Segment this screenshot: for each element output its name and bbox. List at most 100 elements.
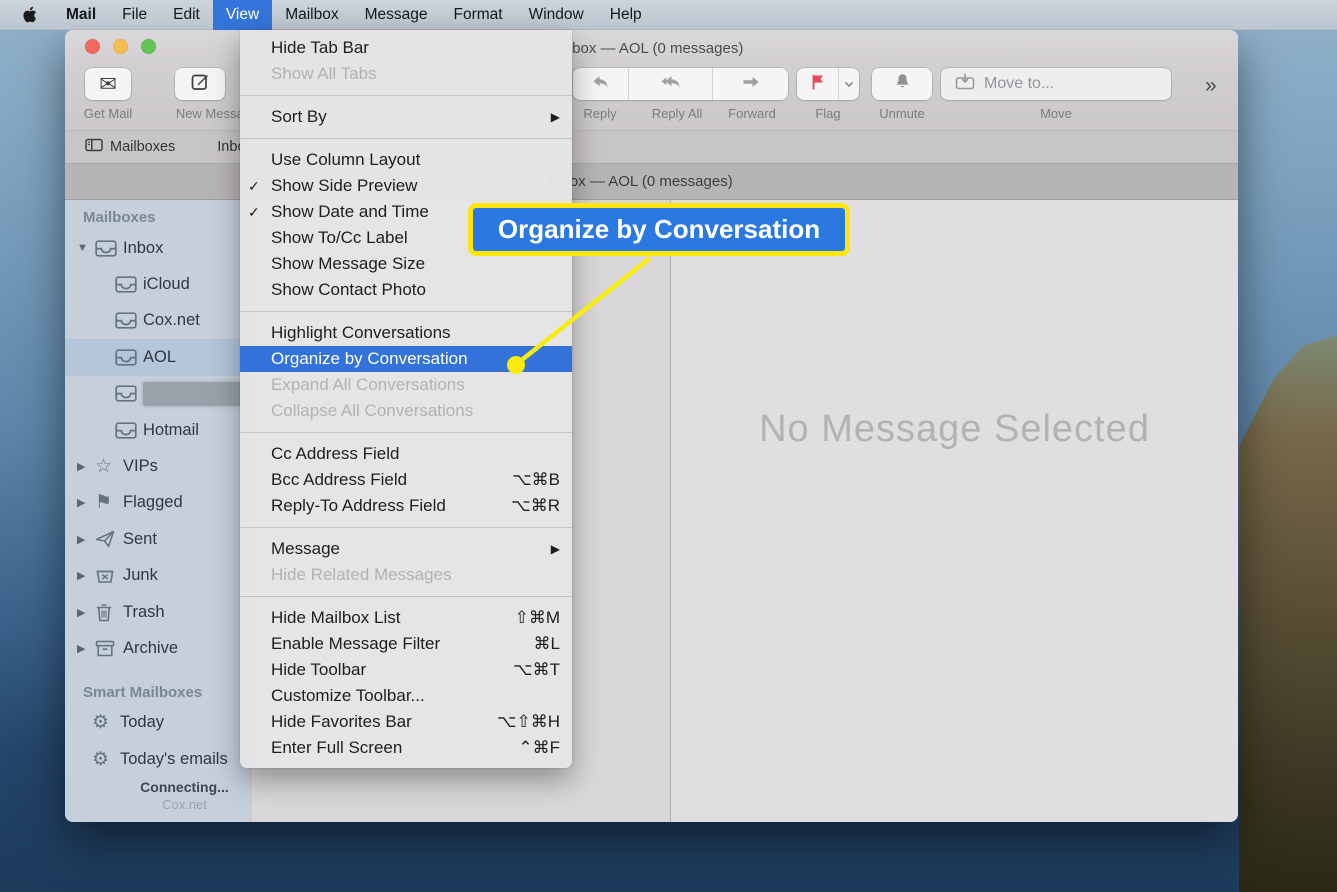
menu-shortcut: ⌥⇧⌘H bbox=[497, 712, 560, 732]
reply-label: Reply bbox=[570, 106, 630, 121]
menu-item-label: Hide Toolbar bbox=[271, 660, 513, 680]
menubar-item-mail[interactable]: Mail bbox=[53, 0, 109, 30]
menu-item-label: Sort By bbox=[271, 107, 551, 127]
menu-separator bbox=[240, 596, 572, 597]
menu-item-label: Message bbox=[271, 539, 551, 559]
sidebar-item-today-s-emails[interactable]: ⚙Today's emails bbox=[65, 741, 252, 777]
menu-item-hide-favorites-bar[interactable]: Hide Favorites Bar⌥⇧⌘H bbox=[240, 709, 572, 735]
reply-all-button[interactable] bbox=[628, 68, 712, 100]
menu-item-use-column-layout[interactable]: Use Column Layout bbox=[240, 147, 572, 173]
menu-bar: MailFileEditViewMailboxMessageFormatWind… bbox=[0, 0, 1337, 30]
gear-icon: ⚙ bbox=[92, 713, 120, 732]
menu-item-customize-toolbar[interactable]: Customize Toolbar... bbox=[240, 683, 572, 709]
mailbox-sidebar: Mailboxes ▼InboxiCloudCox.netAOLHotmail▶… bbox=[65, 200, 252, 822]
menu-item-label: Hide Related Messages bbox=[271, 565, 560, 585]
favorites-mailboxes-label: Mailboxes bbox=[110, 139, 175, 155]
menu-item-label: Show Contact Photo bbox=[271, 280, 560, 300]
menu-separator bbox=[240, 432, 572, 433]
sidebar-item-cox-net[interactable]: Cox.net bbox=[65, 303, 252, 339]
sidebar-item-label: Cox.net bbox=[143, 311, 200, 330]
gear-icon: ⚙ bbox=[92, 750, 120, 769]
sidebar-item-label: Inbox bbox=[123, 239, 163, 258]
menu-item-hide-mailbox-list[interactable]: Hide Mailbox List⇧⌘M bbox=[240, 605, 572, 631]
menu-item-message[interactable]: Message▶ bbox=[240, 536, 572, 562]
sidebar-item-label: Today's emails bbox=[120, 750, 228, 769]
reply-button[interactable] bbox=[573, 68, 628, 100]
mailboxes-sidebar-icon bbox=[85, 138, 103, 156]
get-mail-button[interactable]: ✉ bbox=[85, 68, 131, 100]
menu-item-enter-full-screen[interactable]: Enter Full Screen⌃⌘F bbox=[240, 735, 572, 761]
sidebar-item-today[interactable]: ⚙Today bbox=[65, 705, 252, 741]
menubar-item-mailbox[interactable]: Mailbox bbox=[272, 0, 351, 30]
sidebar-item-vips[interactable]: ▶☆VIPs bbox=[65, 448, 252, 484]
sidebar-item-junk[interactable]: ▶ Junk bbox=[65, 558, 252, 594]
menu-shortcut: ⌥⌘T bbox=[513, 660, 560, 680]
menu-item-bcc-address-field[interactable]: Bcc Address Field⌥⌘B bbox=[240, 467, 572, 493]
menu-item-hide-related-messages: Hide Related Messages bbox=[240, 562, 572, 588]
envelope-icon: ✉ bbox=[99, 74, 117, 95]
disclosure-closed-icon[interactable]: ▶ bbox=[77, 642, 95, 655]
menu-item-enable-message-filter[interactable]: Enable Message Filter⌘L bbox=[240, 631, 572, 657]
menu-item-reply-to-address-field[interactable]: Reply-To Address Field⌥⌘R bbox=[240, 493, 572, 519]
flag-button[interactable] bbox=[797, 68, 859, 100]
tray-icon bbox=[115, 349, 143, 366]
disclosure-closed-icon[interactable]: ▶ bbox=[77, 569, 95, 582]
sidebar-item-trash[interactable]: ▶Trash bbox=[65, 594, 252, 630]
no-message-selected-text: No Message Selected bbox=[671, 408, 1238, 451]
status-line2: Cox.net bbox=[117, 797, 252, 812]
toolbar-overflow-button[interactable]: » bbox=[1205, 74, 1217, 98]
forward-button[interactable] bbox=[712, 68, 788, 100]
disclosure-closed-icon[interactable]: ▶ bbox=[77, 496, 95, 509]
disclosure-closed-icon[interactable]: ▶ bbox=[77, 606, 95, 619]
sidebar-item-hotmail[interactable]: Hotmail bbox=[65, 412, 252, 448]
menu-item-highlight-conversations[interactable]: Highlight Conversations bbox=[240, 320, 572, 346]
menu-item-label: Bcc Address Field bbox=[271, 470, 512, 490]
sidebar-item-flagged[interactable]: ▶⚑Flagged bbox=[65, 485, 252, 521]
menubar-item-window[interactable]: Window bbox=[516, 0, 597, 30]
menu-item-show-contact-photo[interactable]: Show Contact Photo bbox=[240, 277, 572, 303]
menu-shortcut: ⌥⌘B bbox=[512, 470, 560, 490]
sidebar-item-inbox[interactable]: ▼ Inbox bbox=[65, 230, 252, 266]
sidebar-item-sent[interactable]: ▶Sent bbox=[65, 521, 252, 557]
menu-item-label: Show All Tabs bbox=[271, 64, 560, 84]
menu-separator bbox=[240, 311, 572, 312]
sidebar-item-label: Archive bbox=[123, 639, 178, 658]
disclosure-open-icon[interactable]: ▼ bbox=[77, 242, 95, 254]
flag-icon bbox=[811, 74, 825, 95]
menu-item-show-side-preview[interactable]: ✓Show Side Preview bbox=[240, 173, 572, 199]
menubar-item-edit[interactable]: Edit bbox=[160, 0, 213, 30]
menubar-item-help[interactable]: Help bbox=[597, 0, 655, 30]
sidebar-item-label: Flagged bbox=[123, 493, 183, 512]
menubar-item-message[interactable]: Message bbox=[352, 0, 441, 30]
sidebar-item-archive[interactable]: ▶ Archive bbox=[65, 630, 252, 666]
submenu-arrow-icon: ▶ bbox=[551, 110, 560, 124]
tray-icon bbox=[115, 422, 143, 439]
unmute-button[interactable] bbox=[872, 68, 932, 100]
menu-item-hide-toolbar[interactable]: Hide Toolbar⌥⌘T bbox=[240, 657, 572, 683]
apple-icon bbox=[22, 6, 37, 24]
menu-item-hide-tab-bar[interactable]: Hide Tab Bar bbox=[240, 35, 572, 61]
get-mail-label: Get Mail bbox=[65, 106, 155, 121]
flag-menu-button[interactable] bbox=[838, 68, 859, 100]
apple-menu[interactable] bbox=[18, 0, 43, 30]
menu-item-organize-by-conversation[interactable]: Organize by Conversation bbox=[240, 346, 572, 372]
menu-item-expand-all-conversations: Expand All Conversations bbox=[240, 372, 572, 398]
favorites-mailboxes[interactable]: Mailboxes bbox=[85, 138, 175, 156]
menu-item-cc-address-field[interactable]: Cc Address Field bbox=[240, 441, 572, 467]
checkmark-icon: ✓ bbox=[248, 204, 271, 221]
menu-shortcut: ⌥⌘R bbox=[511, 496, 560, 516]
sidebar-item-redacted[interactable] bbox=[65, 376, 252, 412]
sidebar-item-aol[interactable]: AOL bbox=[65, 339, 252, 375]
sidebar-item-label: Junk bbox=[123, 566, 158, 585]
new-message-button[interactable] bbox=[175, 68, 225, 100]
sidebar-item-icloud[interactable]: iCloud bbox=[65, 266, 252, 302]
submenu-arrow-icon: ▶ bbox=[551, 542, 560, 556]
menu-item-sort-by[interactable]: Sort By▶ bbox=[240, 104, 572, 130]
menubar-item-format[interactable]: Format bbox=[441, 0, 516, 30]
flag-label: Flag bbox=[798, 106, 858, 121]
disclosure-closed-icon[interactable]: ▶ bbox=[77, 460, 95, 473]
disclosure-closed-icon[interactable]: ▶ bbox=[77, 533, 95, 546]
move-to-button[interactable]: Move to... bbox=[941, 68, 1171, 100]
menubar-item-file[interactable]: File bbox=[109, 0, 160, 30]
menubar-item-view[interactable]: View bbox=[213, 0, 272, 30]
